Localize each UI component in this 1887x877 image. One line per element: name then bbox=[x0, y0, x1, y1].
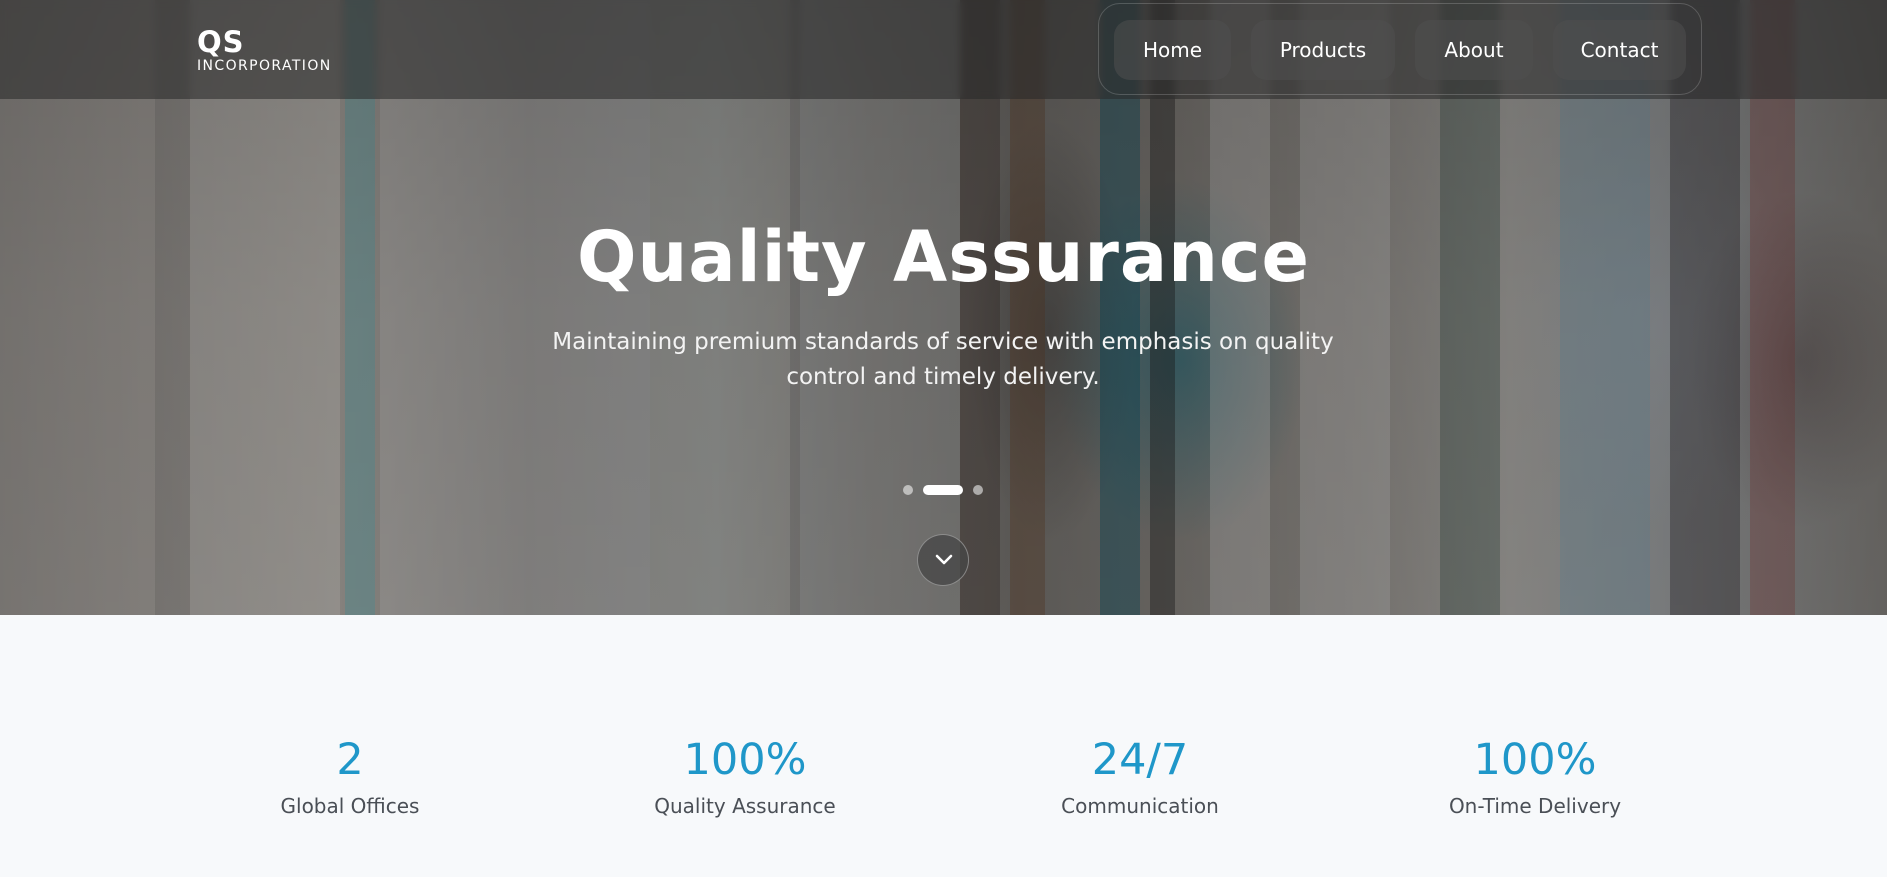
stat-value: 2 bbox=[336, 735, 364, 785]
slide-indicator-1[interactable] bbox=[903, 485, 913, 495]
nav-item-products[interactable]: Products bbox=[1251, 20, 1395, 80]
hero-subtitle: Maintaining premium standards of service… bbox=[552, 329, 1334, 390]
main-nav: Home Products About Contact bbox=[1098, 3, 1702, 95]
stat-quality-assurance: 100% Quality Assurance bbox=[595, 735, 895, 818]
stat-value: 24/7 bbox=[1091, 735, 1189, 785]
top-navigation-bar: QS INCORPORATION Home Products About Con… bbox=[0, 0, 1887, 99]
company-logo[interactable]: QS INCORPORATION bbox=[197, 27, 332, 74]
stat-value: 100% bbox=[683, 735, 807, 785]
stat-label: On-Time Delivery bbox=[1448, 794, 1622, 818]
stat-communication: 24/7 Communication bbox=[990, 735, 1290, 818]
stats-section: 2 Global Offices 100% Quality Assurance … bbox=[0, 615, 1887, 877]
nav-item-contact[interactable]: Contact bbox=[1553, 20, 1686, 80]
logo-subtitle: INCORPORATION bbox=[197, 58, 332, 74]
logo-mark: QS bbox=[197, 25, 245, 59]
stat-value: 100% bbox=[1473, 735, 1597, 785]
chevron-down-icon bbox=[935, 554, 953, 565]
nav-item-about[interactable]: About bbox=[1415, 20, 1533, 80]
stat-label: Communication bbox=[1061, 794, 1219, 818]
slide-indicator-2-active[interactable] bbox=[923, 485, 963, 495]
slide-indicator-3[interactable] bbox=[973, 485, 983, 495]
hero-banner: QS INCORPORATION Home Products About Con… bbox=[0, 0, 1887, 615]
stat-label: Quality Assurance bbox=[654, 794, 836, 818]
nav-item-home[interactable]: Home bbox=[1114, 20, 1231, 80]
stat-global-offices: 2 Global Offices bbox=[200, 735, 500, 818]
hero-title: Quality Assurance bbox=[577, 216, 1310, 298]
stat-on-time-delivery: 100% On-Time Delivery bbox=[1385, 735, 1685, 818]
stat-label: Global Offices bbox=[280, 794, 420, 818]
scroll-down-button[interactable] bbox=[917, 534, 969, 586]
